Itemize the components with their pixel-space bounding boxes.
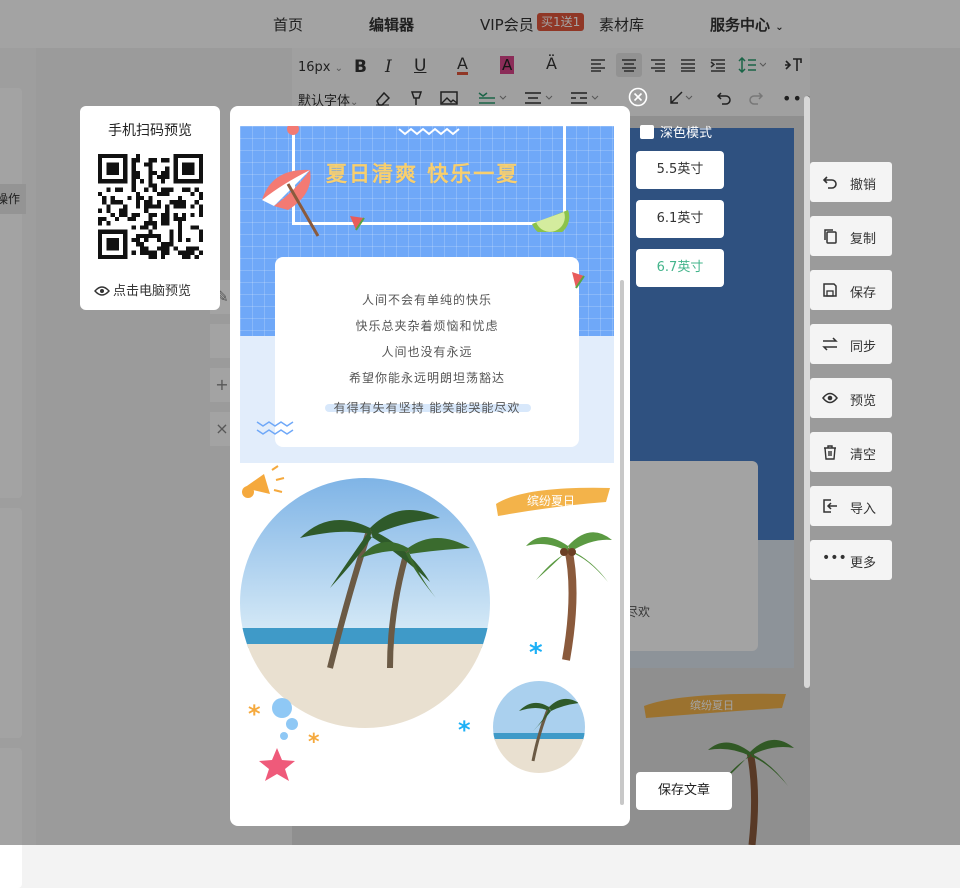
poster-text-line: 快乐总夹杂着烦恼和忧虑 (355, 319, 499, 333)
action-save[interactable]: 保存 (810, 270, 892, 310)
asterisk-icon: * (308, 730, 320, 755)
poster-text-line: 人间也没有永远 (381, 345, 473, 359)
action-label: 撤销 (850, 178, 877, 193)
close-icon[interactable] (628, 87, 648, 107)
bubbles-icon (272, 698, 298, 740)
wave-decoration (256, 421, 294, 435)
action-more[interactable]: ••• 更多 (810, 540, 892, 580)
copy-icon (824, 229, 837, 244)
beach-photo-small (493, 681, 585, 773)
qr-preview-card: 手机扫码预览 点击电脑预览 (80, 106, 220, 310)
action-sync[interactable]: 同步 (810, 324, 892, 364)
watermelon-icon (572, 272, 585, 289)
asterisk-icon: * (529, 638, 543, 668)
size-button-6-1[interactable]: 6.1英寸 (636, 200, 724, 238)
action-label: 更多 (850, 556, 877, 571)
save-icon (823, 283, 837, 297)
dark-mode-toggle[interactable]: 深色模式 (640, 122, 712, 141)
size-button-6-7[interactable]: 6.7英寸 (636, 249, 724, 287)
qr-code (98, 154, 203, 259)
action-clear[interactable]: 清空 (810, 432, 892, 472)
starfish-icon (259, 748, 295, 781)
action-label: 预览 (850, 394, 877, 409)
brush-label: 缤纷夏日 (527, 494, 576, 508)
action-import[interactable]: 导入 (810, 486, 892, 526)
asterisk-icon: * (248, 700, 261, 728)
pc-preview-link[interactable]: 点击电脑预览 (94, 280, 191, 299)
action-undo[interactable]: 撤销 (810, 162, 892, 202)
wave-decoration (398, 127, 460, 137)
watermelon-icon (350, 216, 365, 231)
action-label: 复制 (850, 232, 877, 247)
action-label: 导入 (850, 502, 877, 517)
article-poster: 夏日清爽 快乐一夏 人间不会有单纯的快乐 快乐总夹杂着烦恼和忧虑 人间也没有永远… (240, 126, 614, 806)
save-article-button[interactable]: 保存文章 (636, 772, 732, 810)
undo-icon (822, 176, 837, 189)
lime-icon (532, 210, 570, 232)
import-icon (823, 499, 837, 513)
pc-preview-label: 点击电脑预览 (113, 284, 192, 299)
eye-icon (94, 286, 110, 296)
umbrella-icon (262, 169, 320, 237)
beach-photo (240, 478, 490, 728)
qr-title: 手机扫码预览 (108, 123, 192, 139)
poster-text-card: 人间不会有单纯的快乐 快乐总夹杂着烦恼和忧虑 人间也没有永远 希望你能永远明朗坦… (275, 257, 579, 447)
action-label: 同步 (850, 340, 877, 355)
trash-icon (824, 445, 836, 460)
dark-mode-label: 深色模式 (660, 126, 713, 141)
phone-preview: 夏日清爽 快乐一夏 人间不会有单纯的快乐 快乐总夹杂着烦恼和忧虑 人间也没有永远… (230, 106, 630, 826)
size-button-5-5[interactable]: 5.5英寸 (636, 151, 724, 189)
checkbox-icon (640, 125, 654, 139)
more-icon: ••• (822, 550, 847, 566)
poster-text-line: 希望你能永远明朗坦荡豁达 (348, 371, 505, 385)
preview-scrollbar[interactable] (620, 280, 624, 805)
action-preview[interactable]: 预览 (810, 378, 892, 418)
megaphone-icon (242, 465, 285, 498)
ball-icon (287, 126, 299, 135)
action-copy[interactable]: 复制 (810, 216, 892, 256)
poster-headline: 夏日清爽 快乐一夏 (326, 162, 520, 186)
asterisk-icon: * (458, 716, 471, 744)
poster-text-line: 有得有失有坚持 能笑能哭能尽欢 (333, 401, 521, 415)
poster-text-line: 人间不会有单纯的快乐 (361, 293, 492, 307)
action-label: 保存 (850, 286, 877, 301)
eye-icon (822, 392, 838, 404)
action-label: 清空 (850, 448, 877, 463)
sync-icon (822, 337, 838, 351)
